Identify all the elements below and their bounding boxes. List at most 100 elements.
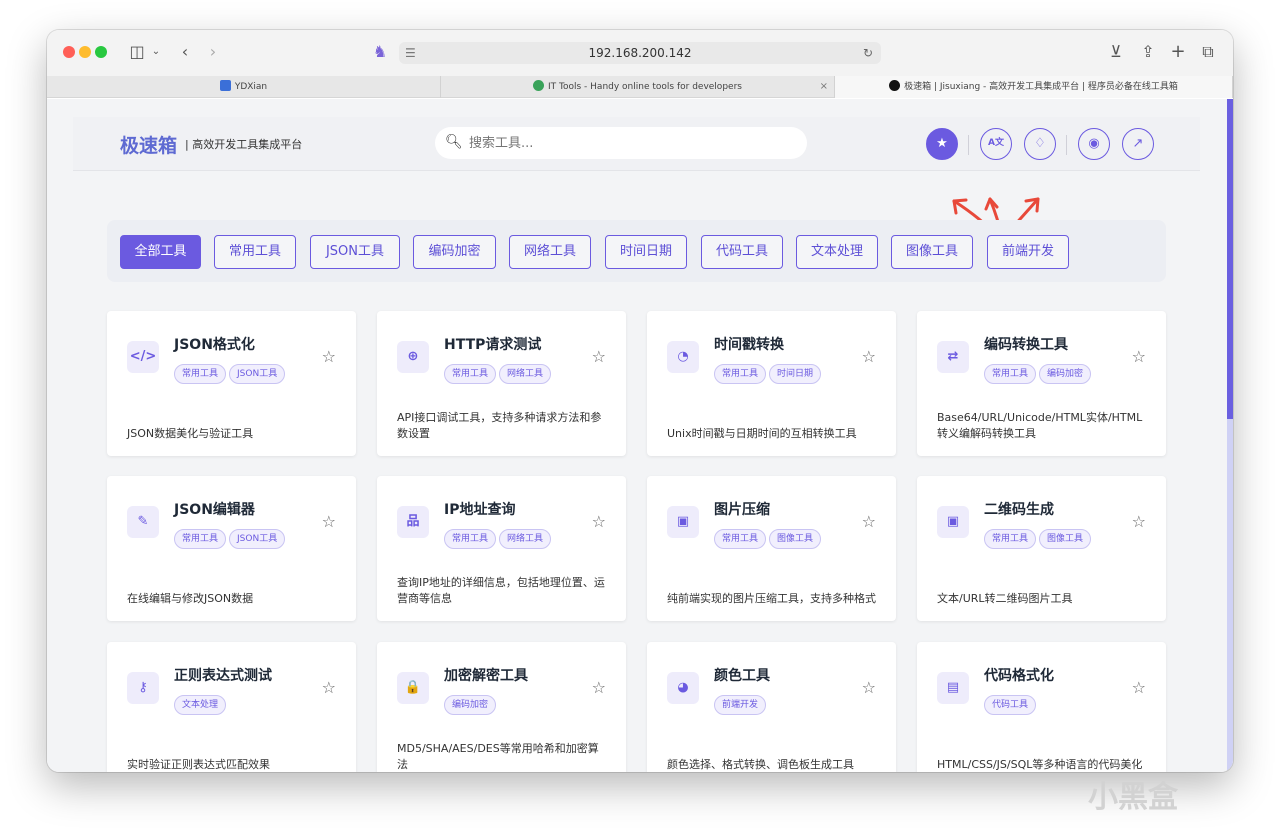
favorite-star-icon[interactable]: ☆ [862,512,876,531]
palette-icon: ◕ [667,672,699,704]
tool-card[interactable]: ⇄ 编码转换工具常用工具 编码加密 ☆ Base64/URL/Unicode/HTML实… [917,311,1166,456]
tab-it-tools[interactable]: IT Tools - Handy online tools for develo… [441,76,835,98]
new-tab-icon[interactable]: + [1169,42,1187,62]
tool-tag: 编码加密 [1039,364,1092,384]
exchange-icon: ⇄ [937,341,969,373]
tab-label: 极速箱 | Jisuxiang - 高效开发工具集成平台 | 程序员必备在线工具… [904,82,1178,92]
address-bar[interactable]: ☰ 192.168.200.142 ↻ [399,42,881,64]
tool-description: 在线编辑与修改JSON数据 [127,592,254,605]
tool-card[interactable]: ◔ 时间戳转换 常用工具 时间日期 ☆ Unix时间戳与日期时间的互相转换工具 [647,311,896,456]
category-chip[interactable]: 时间日期 [605,235,687,269]
tool-description: JSON数据美化与验证工具 [127,427,254,440]
tab-favicon-icon [219,80,231,91]
lock-icon: 🔒 [397,672,429,704]
download-icon[interactable]: ⊻ [1107,42,1125,62]
favorites-button[interactable]: ★ [926,128,958,160]
favorite-star-icon[interactable]: ☆ [862,678,876,697]
tool-description: Unix时间戳与日期时间的互相转换工具 [667,427,857,440]
category-chip[interactable]: 文本处理 [796,235,878,269]
tool-card[interactable]: 品 IP地址查询 常用工具 网络工具 ☆ 查询IP地址的详细信息，包括地理位置、运营商等信… [377,476,626,621]
tool-tag: 常用工具 [714,529,767,549]
tool-tag: 网络工具 [499,364,552,384]
search-icon: 🔍︎ [445,134,463,150]
back-icon[interactable]: ‹ [177,42,193,62]
tab-favicon-icon [533,80,545,91]
site-logo[interactable]: 极速箱 [120,131,177,158]
category-chip[interactable]: 网络工具 [509,235,591,269]
external-link-button[interactable]: ↗ [1122,128,1154,160]
scrollbar[interactable] [1227,99,1233,772]
tool-title: JSON编辑器 [174,502,255,518]
tool-description: Base64/URL/Unicode/HTML实体/HTML转义编解码转换工具 [937,411,1143,440]
tool-tag: 常用工具 [984,364,1037,384]
tool-card[interactable]: ✎ JSON编辑器 常用工具 JSON工具 ☆ 在线编辑与修改JSON数据 [107,476,356,621]
favorite-star-icon[interactable]: ☆ [322,678,336,697]
category-chip[interactable]: 编码加密 [413,235,496,269]
extension-icon[interactable]: ♞ [371,42,389,62]
tool-tags: 文本处理 [174,692,229,715]
chevron-down-icon[interactable]: ⌄ [149,42,163,62]
category-chip[interactable]: 常用工具 [214,235,296,269]
browser-window: ◫ ⌄ ‹ › ♞ ☰ 192.168.200.142 ↻ ⊻ ⇪ + ⧉ YD… [47,30,1233,772]
tool-description: 文本/URL转二维码图片工具 [937,592,1073,605]
favorite-star-icon[interactable]: ☆ [592,678,606,697]
tool-title: 二维码生成 [984,502,1054,518]
close-window-button[interactable] [63,46,75,58]
image-icon: ▣ [667,506,699,538]
favorite-star-icon[interactable]: ☆ [1132,678,1146,697]
code-file-icon: ▤ [937,672,969,704]
translate-icon: A文 [988,138,1004,148]
scrollbar-thumb[interactable] [1227,99,1233,419]
site-header: 极速箱 | 高效开发工具集成平台 🔍︎ ★ A文 ♢ ◉ ↗ [73,117,1200,171]
favorite-star-icon[interactable]: ☆ [862,347,876,366]
category-chip[interactable]: 代码工具 [701,235,783,269]
favorite-star-icon[interactable]: ☆ [322,347,336,366]
category-chip[interactable]: 全部工具 [120,235,201,269]
tool-card[interactable]: ◕ 颜色工具 前端开发 ☆ 颜色选择、格式转换、调色板生成工具 [647,642,896,772]
favorite-star-icon[interactable]: ☆ [322,512,336,531]
tool-description: HTML/CSS/JS/SQL等多种语言的代码美化 [937,758,1143,771]
tool-card[interactable]: ▣ 二维码生成 常用工具 图像工具 ☆ 文本/URL转二维码图片工具 [917,476,1166,621]
sidebar-toggle-icon[interactable]: ◫ [127,42,147,62]
forward-icon[interactable]: › [205,42,221,62]
tool-card[interactable]: ⊕ HTTP请求测试 常用工具 网络工具 ☆ API接口调试工具，支持多种请求方法和参数设… [377,311,626,456]
tab-ydxian[interactable]: YDXian [47,76,441,98]
zoom-window-button[interactable] [95,46,107,58]
favorite-star-icon[interactable]: ☆ [592,347,606,366]
tab-favicon-icon [889,80,901,91]
tool-card[interactable]: ▣ 图片压缩 常用工具 图像工具 ☆ 纯前端实现的图片压缩工具，支持多种格式 [647,476,896,621]
category-chip[interactable]: JSON工具 [310,235,400,269]
tool-card[interactable]: 🔒 加密解密工具 编码加密 ☆ MD5/SHA/AES/DES等常用哈希和加密算法 [377,642,626,772]
search-input[interactable] [469,133,789,153]
tab-overview-icon[interactable]: ⧉ [1199,42,1217,62]
tool-card[interactable]: ⚷ 正则表达式测试 文本处理 ☆ 实时验证正则表达式匹配效果 [107,642,356,772]
tool-tags: 常用工具 编码加密 [984,361,1094,384]
favorite-star-icon[interactable]: ☆ [1132,347,1146,366]
tool-title: 编码转换工具 [984,337,1068,353]
share-icon[interactable]: ⇪ [1139,42,1157,62]
favorite-star-icon[interactable]: ☆ [1132,512,1146,531]
tool-tag: 常用工具 [174,364,227,384]
tab-jisuxiang[interactable]: 极速箱 | Jisuxiang - 高效开发工具集成平台 | 程序员必备在线工具… [835,76,1233,98]
tool-card[interactable]: </> JSON格式化 常用工具 JSON工具 ☆ JSON数据美化与验证工具 [107,311,356,456]
star-icon: ★ [936,136,948,151]
globe-icon: ⊕ [397,341,429,373]
favorite-star-icon[interactable]: ☆ [592,512,606,531]
reload-icon[interactable]: ↻ [863,42,873,64]
language-button[interactable]: A文 [980,128,1012,160]
tool-tags: 常用工具 网络工具 [444,361,554,384]
tool-tag: JSON工具 [229,364,286,384]
minimize-window-button[interactable] [79,46,91,58]
header-divider [1066,135,1067,155]
category-chip[interactable]: 图像工具 [891,235,973,269]
search-box[interactable]: 🔍︎ [435,127,807,159]
tool-tag: 代码工具 [984,695,1037,715]
suggestion-button[interactable]: ♢ [1024,128,1056,160]
page-menu-icon[interactable]: ☰ [405,42,416,64]
category-chip[interactable]: 前端开发 [987,235,1069,269]
tool-tag: 网络工具 [499,529,552,549]
site-tagline: | 高效开发工具集成平台 [185,138,303,151]
close-tab-icon[interactable]: × [820,76,828,98]
github-button[interactable]: ◉ [1078,128,1110,160]
tool-card[interactable]: ▤ 代码格式化 代码工具 ☆ HTML/CSS/JS/SQL等多种语言的代码美化 [917,642,1166,772]
